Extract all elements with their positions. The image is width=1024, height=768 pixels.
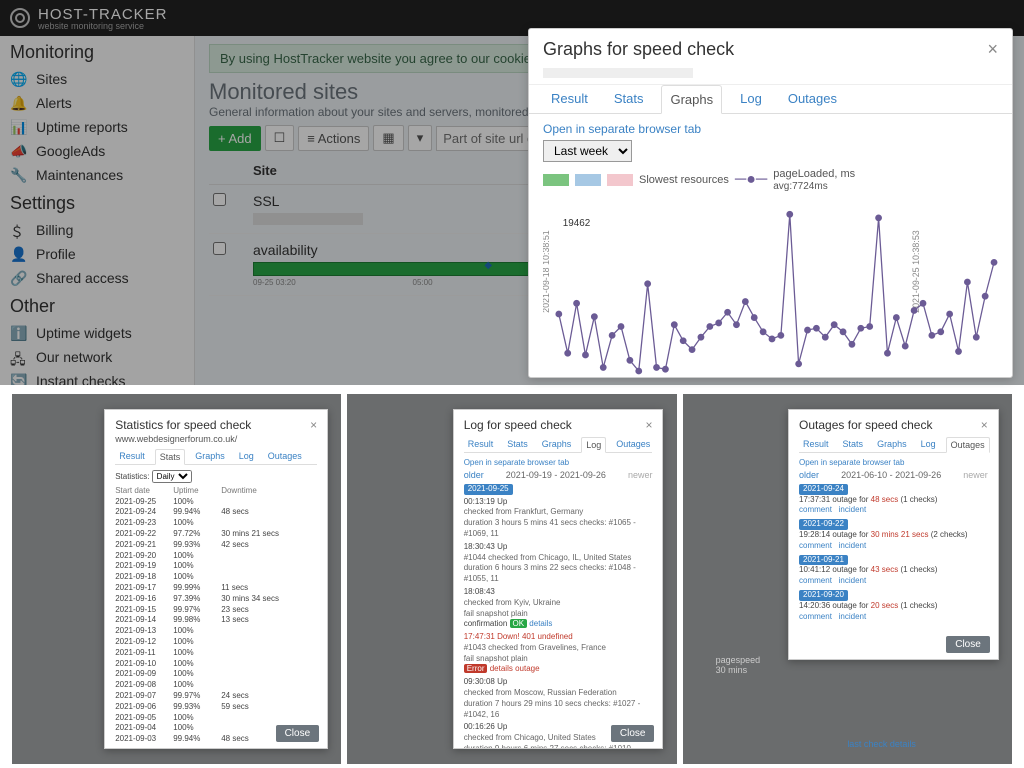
log-tabs: Result Stats Graphs Log Outages (464, 437, 653, 453)
legend-slowest: Slowest resources (639, 174, 729, 186)
log-modal: Log for speed check × Result Stats Graphs… (453, 409, 664, 749)
tab-log[interactable]: Log (732, 85, 770, 113)
outages-tabs: Result Stats Graphs Log Outages (799, 437, 988, 453)
outages-modal-title: Outages for speed check (799, 418, 932, 432)
close-button[interactable]: Close (611, 725, 655, 742)
stats-modal-title: Statistics for speed check (115, 418, 251, 432)
tab-outages[interactable]: Outages (946, 437, 990, 453)
legend-swatch-green (543, 174, 569, 186)
older-link[interactable]: older (464, 469, 484, 481)
tab-outages[interactable]: Outages (780, 85, 845, 113)
tab-log[interactable]: Log (235, 449, 258, 464)
y-axis-right-label: 2021-09-25 10:38:53 (911, 230, 921, 313)
tab-log[interactable]: Log (581, 437, 606, 453)
close-icon[interactable]: × (645, 418, 652, 432)
y-axis-left-label: 2021-09-18 10:38:51 (543, 230, 551, 313)
stats-modal: Statistics for speed check × www.webdesig… (104, 409, 328, 749)
legend-swatch-blue (575, 174, 601, 186)
outages-body: Open in separate browser tab older2021-0… (799, 458, 988, 623)
open-separate-link[interactable]: Open in separate browser tab (543, 122, 701, 136)
outages-thumbnail: Outages for speed check × Result Stats Gr… (683, 394, 1012, 764)
modal-tabs: Result Stats Graphs Log Outages (529, 84, 1012, 114)
modal-title: Graphs for speed check (543, 39, 734, 60)
stats-thumbnail: Statistics for speed check × www.webdesig… (12, 394, 341, 764)
newer-link[interactable]: newer (963, 469, 988, 481)
tab-outages[interactable]: Outages (264, 449, 306, 464)
tab-graphs[interactable]: Graphs (538, 437, 576, 452)
tab-stats[interactable]: Stats (503, 437, 532, 452)
outages-modal: Outages for speed check × Result Stats Gr… (788, 409, 999, 661)
close-icon[interactable]: × (310, 418, 317, 432)
tab-graphs[interactable]: Graphs (661, 85, 722, 114)
newer-link[interactable]: newer (628, 469, 653, 481)
tab-result[interactable]: Result (464, 437, 498, 452)
open-separate-link[interactable]: Open in separate browser tab (799, 458, 904, 467)
open-separate-link[interactable]: Open in separate browser tab (464, 458, 569, 467)
range-select[interactable]: Last week (543, 140, 632, 162)
tab-stats[interactable]: Stats (155, 449, 186, 465)
line-chart: 2021-09-18 10:38:51 2021-09-25 10:38:53 … (543, 198, 998, 398)
legend-swatch-pink (607, 174, 633, 186)
stats-body: Statistics: Daily Start date Uptime Down… (115, 470, 317, 745)
graphs-modal: Graphs for speed check × Result Stats Gr… (528, 28, 1013, 378)
close-button[interactable]: Close (276, 725, 320, 742)
tab-graphs[interactable]: Graphs (873, 437, 911, 452)
last-check-details-link[interactable]: last check details (847, 739, 916, 749)
tab-stats[interactable]: Stats (839, 437, 868, 452)
legend-avg: avg:7724ms (773, 181, 827, 192)
log-body: Open in separate browser tab older2021-0… (464, 458, 653, 749)
legend-series: pageLoaded, ms (773, 168, 855, 180)
older-link[interactable]: older (799, 469, 819, 481)
granularity-select[interactable]: Daily (152, 470, 192, 483)
modal-close-button[interactable]: × (987, 39, 998, 60)
log-thumbnail: Log for speed check × Result Stats Graphs… (347, 394, 676, 764)
pagespeed-label: pagespeed30 mins (716, 655, 761, 675)
app-main-region: HOST-TRACKER website monitoring service … (0, 0, 1024, 385)
tab-stats[interactable]: Stats (606, 85, 652, 113)
tab-result[interactable]: Result (115, 449, 149, 464)
close-button[interactable]: Close (946, 636, 990, 653)
modal-subtitle-redacted (543, 68, 693, 78)
stats-site-url: www.webdesignerforum.co.uk/ (115, 434, 317, 444)
tab-log[interactable]: Log (917, 437, 940, 452)
tab-result[interactable]: Result (543, 85, 596, 113)
tab-result[interactable]: Result (799, 437, 833, 452)
peak-label: 19462 (563, 218, 590, 229)
log-modal-title: Log for speed check (464, 418, 572, 432)
thumbnails-row: Statistics for speed check × www.webdesig… (0, 390, 1024, 768)
close-icon[interactable]: × (981, 418, 988, 432)
tab-outages[interactable]: Outages (612, 437, 654, 452)
tab-graphs[interactable]: Graphs (191, 449, 229, 464)
stats-tabs: Result Stats Graphs Log Outages (115, 449, 317, 465)
chart-container: 2021-09-18 10:38:51 2021-09-25 10:38:53 … (543, 198, 998, 398)
